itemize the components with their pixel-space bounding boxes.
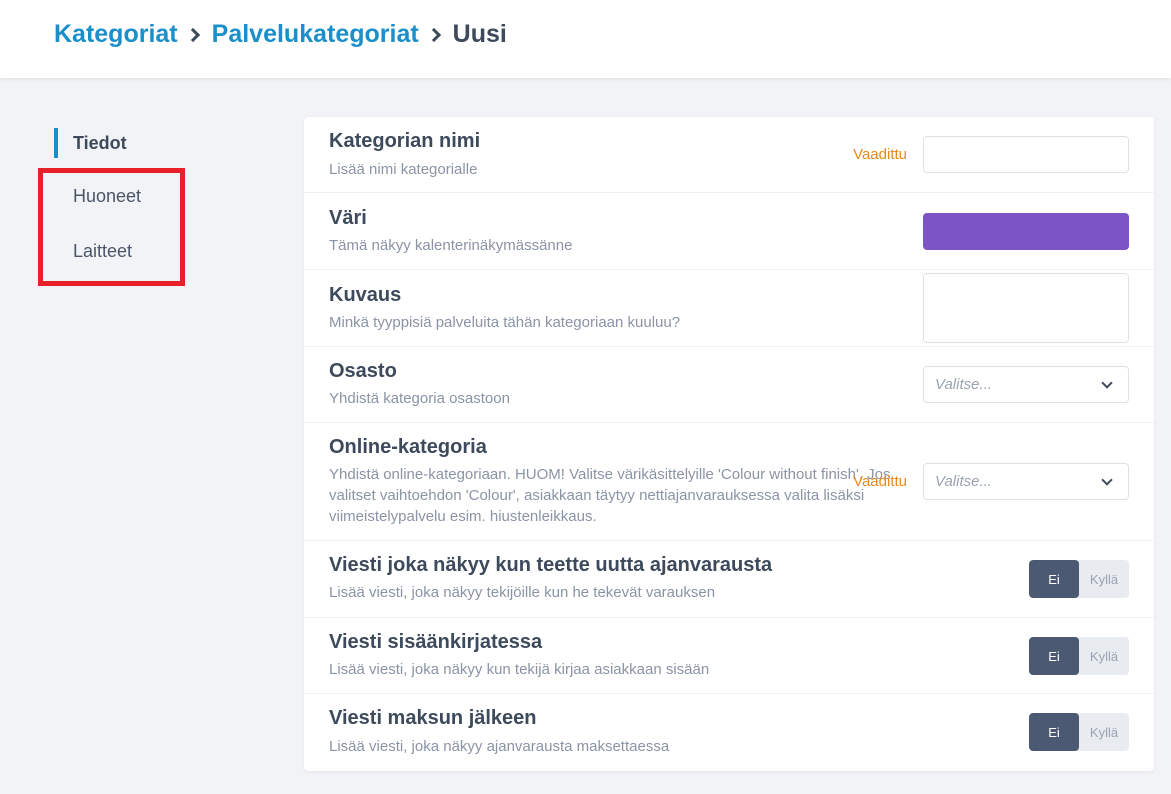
form-row-online-category: Online-kategoria Yhdistä online-kategori… (304, 423, 1154, 541)
row-description: Yhdistä online-kategoriaan. HUOM! Valits… (329, 466, 891, 525)
breadcrumb-kategoriat[interactable]: Kategoriat (54, 20, 178, 49)
form-row-payment-message: Viesti maksun jälkeen Lisää viesti, joka… (304, 694, 1154, 771)
row-description: Tämä näkyy kalenterinäkymässänne (329, 237, 573, 254)
chevron-right-icon (426, 27, 441, 42)
select-placeholder: Valitse... (935, 376, 992, 393)
category-form: Kategorian nimi Lisää nimi kategorialle … (304, 117, 1154, 771)
row-title: Kuvaus (329, 284, 402, 306)
form-row-description: Kuvaus Minkä tyyppisiä palveluita tähän … (304, 270, 1154, 347)
breadcrumb: Kategoriat Palvelukategoriat Uusi (54, 20, 507, 49)
row-title: Osasto (329, 360, 397, 382)
row-title: Online-kategoria (329, 436, 487, 458)
breadcrumb-palvelukategoriat[interactable]: Palvelukategoriat (212, 20, 419, 49)
form-row-department: Osasto Yhdistä kategoria osastoon Valits… (304, 347, 1154, 423)
row-title: Viesti sisäänkirjatessa (329, 631, 543, 653)
chevron-down-icon (1101, 474, 1113, 486)
form-row-name: Kategorian nimi Lisää nimi kategorialle … (304, 117, 1154, 193)
row-description: Minkä tyyppisiä palveluita tähän kategor… (329, 314, 681, 331)
toggle-option-no[interactable]: Ei (1029, 637, 1079, 675)
toggle-option-no[interactable]: Ei (1029, 713, 1079, 751)
select-placeholder: Valitse... (935, 473, 992, 490)
row-description: Yhdistä kategoria osastoon (329, 390, 510, 407)
row-description: Lisää viesti, joka näkyy ajanvarausta ma… (329, 738, 670, 755)
breadcrumb-current: Uusi (452, 20, 507, 48)
sidebar-item-tiedot[interactable]: Tiedot (54, 128, 127, 158)
required-label: Vaadittu (853, 146, 907, 163)
chevron-down-icon (1101, 377, 1113, 389)
highlight-annotation-box (38, 168, 185, 286)
toggle-option-no[interactable]: Ei (1029, 560, 1079, 598)
toggle-option-yes[interactable]: Kyllä (1079, 560, 1129, 598)
toggle-option-yes[interactable]: Kyllä (1079, 637, 1129, 675)
row-title: Kategorian nimi (329, 130, 481, 152)
form-row-booking-message: Viesti joka näkyy kun teette uutta ajanv… (304, 541, 1154, 618)
row-title: Väri (329, 207, 367, 229)
row-description: Lisää nimi kategorialle (329, 161, 478, 178)
form-row-color: Väri Tämä näkyy kalenterinäkymässänne (304, 193, 1154, 270)
form-row-checkin-message: Viesti sisäänkirjatessa Lisää viesti, jo… (304, 618, 1154, 694)
online-category-select[interactable]: Valitse... (923, 463, 1129, 500)
category-name-input[interactable] (923, 136, 1129, 173)
row-title: Viesti maksun jälkeen (329, 707, 537, 729)
chevron-right-icon (185, 27, 200, 42)
row-title: Viesti joka näkyy kun teette uutta ajanv… (329, 554, 773, 576)
toggle-option-yes[interactable]: Kyllä (1079, 713, 1129, 751)
row-description: Lisää viesti, joka näkyy kun tekijä kirj… (329, 661, 710, 678)
required-label: Vaadittu (853, 473, 907, 490)
checkin-message-toggle[interactable]: Ei Kyllä (1029, 637, 1129, 675)
booking-message-toggle[interactable]: Ei Kyllä (1029, 560, 1129, 598)
row-description: Lisää viesti, joka näkyy tekijöille kun … (329, 584, 716, 601)
color-picker-swatch[interactable] (923, 213, 1129, 250)
payment-message-toggle[interactable]: Ei Kyllä (1029, 713, 1129, 751)
description-textarea[interactable] (923, 273, 1129, 343)
top-bar: Kategoriat Palvelukategoriat Uusi (0, 0, 1171, 78)
department-select[interactable]: Valitse... (923, 366, 1129, 403)
